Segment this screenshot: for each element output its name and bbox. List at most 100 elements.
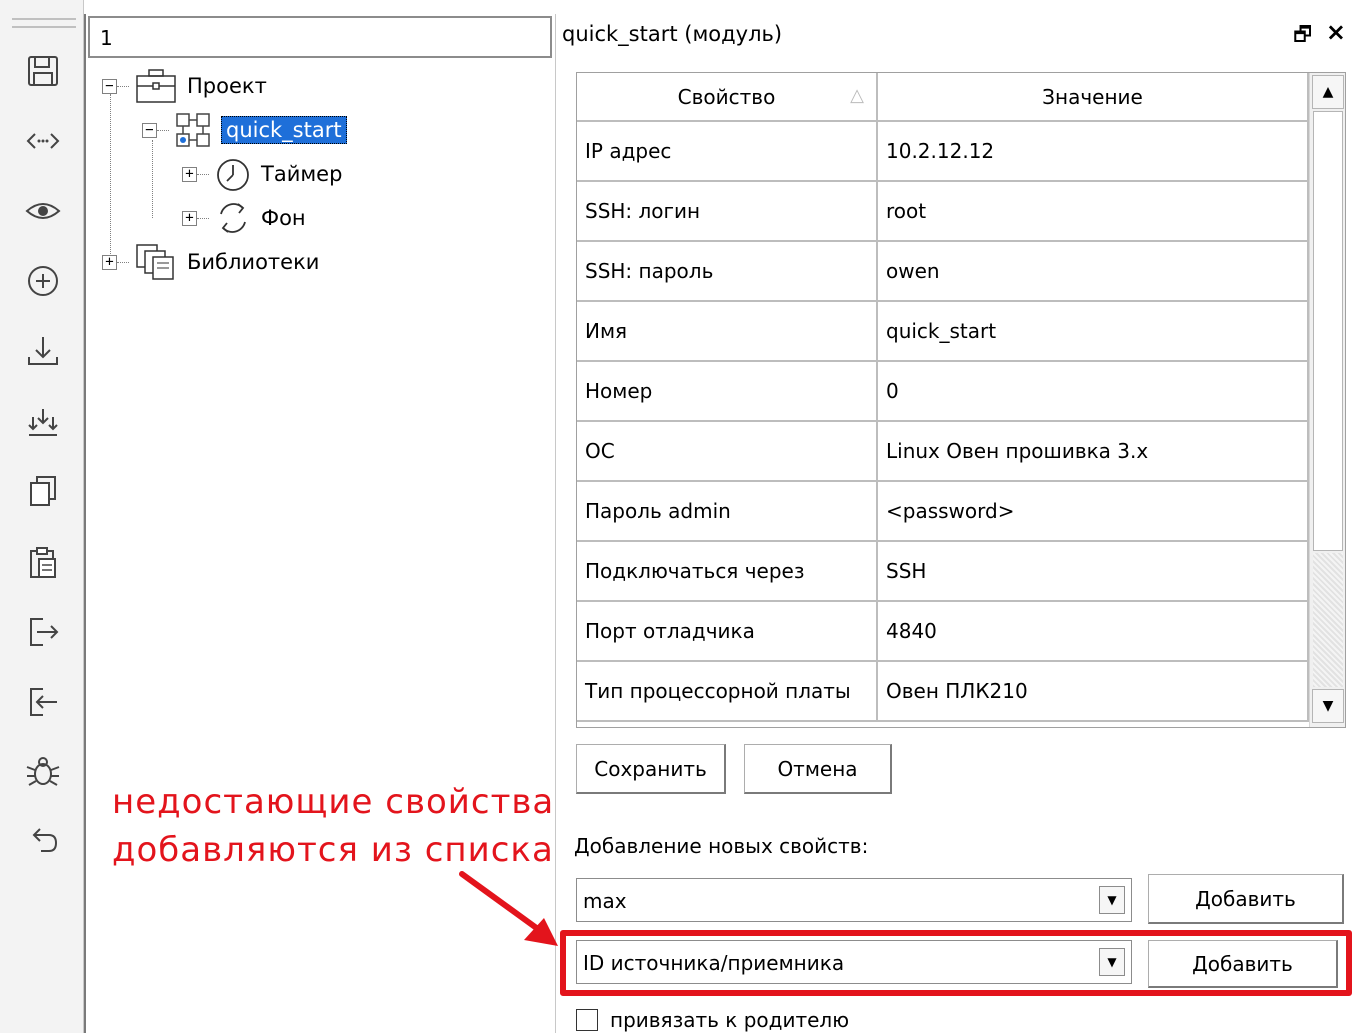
- properties-panel: quick_start (модуль) 🗗 × Свойство △ Значе…: [556, 14, 1352, 1033]
- tree-node-timer[interactable]: + Таймер: [182, 154, 342, 194]
- bind-parent-option[interactable]: привязать к родителю: [576, 1008, 849, 1032]
- module-icon: [176, 113, 210, 147]
- scroll-up-button[interactable]: ▲: [1312, 75, 1344, 109]
- tree-node-label: quick_start: [221, 116, 347, 144]
- close-icon[interactable]: ×: [1326, 18, 1346, 46]
- bug-icon: [26, 757, 60, 786]
- paste-button[interactable]: [18, 538, 68, 588]
- property-value-cell[interactable]: SSH: [877, 541, 1309, 602]
- table-row[interactable]: Тип процессорной платы Овен ПЛК210: [577, 661, 1309, 722]
- tree-guide-line: [110, 94, 111, 264]
- undo-icon: [32, 828, 58, 852]
- property-value-cell[interactable]: Овен ПЛК210: [877, 661, 1309, 722]
- tree-search-input[interactable]: 1: [88, 16, 552, 58]
- paste-icon: [30, 547, 56, 578]
- tree-node-label: Библиотеки: [187, 250, 320, 274]
- property-value-cell[interactable]: root: [877, 181, 1309, 242]
- code-button[interactable]: [18, 116, 68, 166]
- tree-node-libraries[interactable]: + Библиотеки: [102, 242, 319, 282]
- scroll-down-button[interactable]: ▼: [1312, 689, 1344, 723]
- left-toolbar: [0, 0, 84, 1033]
- undo-button[interactable]: [18, 816, 68, 866]
- debug-button[interactable]: [18, 746, 68, 796]
- tree-node-label: Таймер: [261, 162, 343, 186]
- table-row[interactable]: Имя quick_start: [577, 301, 1309, 362]
- copy-button[interactable]: [18, 466, 68, 516]
- eye-icon: [25, 203, 61, 219]
- table-row[interactable]: Подключаться через SSH: [577, 541, 1309, 602]
- library-icon: [136, 244, 174, 280]
- collapse-toggle[interactable]: −: [142, 122, 157, 138]
- table-row[interactable]: Порт отладчика 4840: [577, 601, 1309, 662]
- property-name-cell: SSH: пароль: [577, 241, 878, 302]
- tree-node-background[interactable]: + Фон: [182, 198, 306, 238]
- collapse-toggle[interactable]: −: [102, 78, 117, 94]
- panel-title: quick_start (модуль): [562, 22, 783, 46]
- import-icon: [30, 688, 57, 716]
- column-header-value[interactable]: Значение: [877, 73, 1309, 122]
- property-value-cell[interactable]: 4840: [877, 601, 1309, 662]
- table-row[interactable]: SSH: логин root: [577, 181, 1309, 242]
- table-row[interactable]: ОС Linux Овен прошивка 3.x: [577, 421, 1309, 482]
- save-properties-button[interactable]: Сохранить: [576, 744, 726, 794]
- save-button[interactable]: [18, 46, 68, 96]
- property-value-cell[interactable]: 0: [877, 361, 1309, 422]
- tree-node-quick-start[interactable]: − quick_start: [142, 110, 347, 150]
- property-value-cell[interactable]: quick_start: [877, 301, 1309, 362]
- table-row[interactable]: Пароль admin <password>: [577, 481, 1309, 542]
- add-button[interactable]: [18, 256, 68, 306]
- add-circle-icon: [28, 266, 58, 296]
- chevron-down-icon[interactable]: ▼: [1099, 886, 1125, 914]
- tree-node-label: Проект: [187, 74, 267, 98]
- highlight-frame: [560, 930, 1352, 996]
- table-row[interactable]: Номер 0: [577, 361, 1309, 422]
- scrollbar-track[interactable]: [1313, 553, 1343, 687]
- download-button[interactable]: [18, 326, 68, 376]
- download-all-icon: [28, 409, 58, 436]
- property-name-cell: Тип процессорной платы: [577, 661, 878, 722]
- scrollbar-thumb[interactable]: [1313, 111, 1343, 551]
- property-value-cell[interactable]: 10.2.12.12: [877, 121, 1309, 182]
- property-value-cell[interactable]: <password>: [877, 481, 1309, 542]
- toolbar-grip[interactable]: [12, 18, 76, 28]
- download-all-button[interactable]: [18, 398, 68, 448]
- annotation-arrow-icon: [459, 871, 558, 946]
- code-brackets-icon: [26, 133, 60, 149]
- cycle-icon: [220, 203, 246, 233]
- expand-toggle[interactable]: +: [182, 166, 197, 182]
- property-name-cell: ОС: [577, 421, 878, 482]
- vertical-scrollbar[interactable]: ▲ ▼: [1309, 73, 1345, 727]
- expand-toggle[interactable]: +: [182, 210, 197, 226]
- import-button[interactable]: [18, 676, 68, 726]
- export-icon: [30, 618, 59, 646]
- property-grid: Свойство △ Значение IP адрес 10.2.12.12 SS…: [576, 72, 1346, 728]
- tree-guide-line: [152, 140, 153, 218]
- tree-node-label: Фон: [261, 206, 306, 230]
- property-select-1[interactable]: max ▼: [576, 878, 1132, 922]
- export-button[interactable]: [18, 606, 68, 656]
- property-name-cell: IP адрес: [577, 121, 878, 182]
- briefcase-icon: [136, 69, 176, 103]
- add-property-button-1[interactable]: Добавить: [1148, 874, 1344, 924]
- property-value-cell[interactable]: Linux Овен прошивка 3.x: [877, 421, 1309, 482]
- pin-icon[interactable]: 🗗: [1293, 20, 1312, 54]
- property-name-cell: SSH: логин: [577, 181, 878, 242]
- copy-icon: [30, 476, 56, 506]
- save-icon: [28, 56, 58, 86]
- property-name-cell: Имя: [577, 301, 878, 362]
- cancel-button[interactable]: Отмена: [744, 744, 892, 794]
- view-button[interactable]: [18, 186, 68, 236]
- select-value: max: [583, 889, 627, 913]
- column-header-property[interactable]: Свойство △: [577, 73, 878, 122]
- add-properties-label: Добавление новых свойств:: [574, 834, 869, 858]
- tree-node-project[interactable]: − Проект: [102, 66, 267, 106]
- bind-parent-label: привязать к родителю: [610, 1008, 850, 1032]
- timer-icon: [217, 159, 249, 191]
- property-name-cell: Порт отладчика: [577, 601, 878, 662]
- expand-toggle[interactable]: +: [102, 254, 117, 270]
- bind-parent-checkbox[interactable]: [576, 1009, 598, 1031]
- property-value-cell[interactable]: owen: [877, 241, 1309, 302]
- table-row[interactable]: SSH: пароль owen: [577, 241, 1309, 302]
- table-row[interactable]: IP адрес 10.2.12.12: [577, 121, 1309, 182]
- property-name-cell: Номер: [577, 361, 878, 422]
